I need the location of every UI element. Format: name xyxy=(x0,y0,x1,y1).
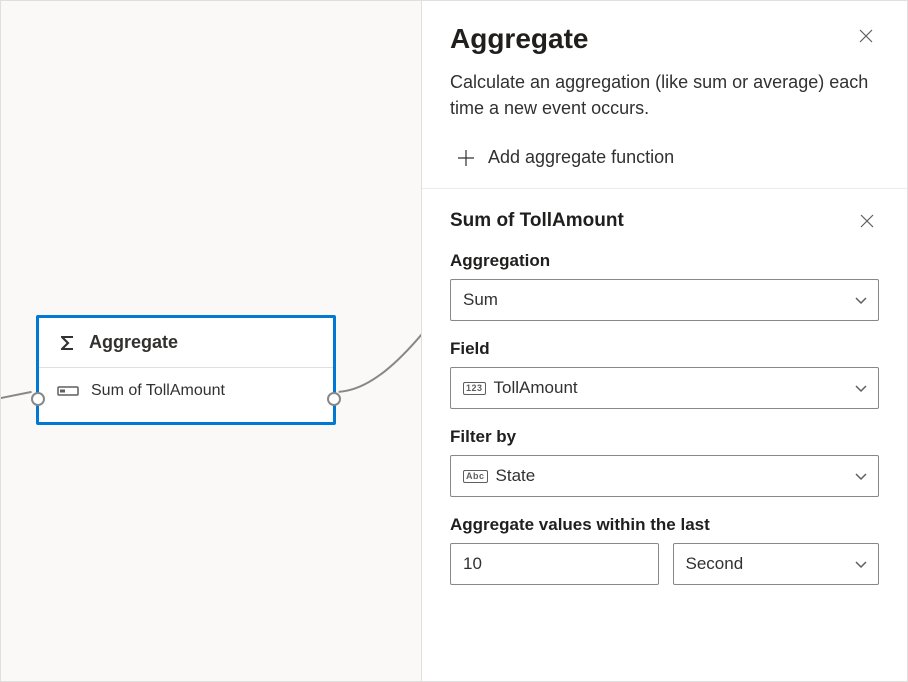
close-icon xyxy=(859,213,875,229)
design-canvas[interactable]: Aggregate Sum of TollAmount xyxy=(1,1,421,681)
window-label: Aggregate values within the last xyxy=(450,515,879,535)
aggregation-value: Sum xyxy=(463,290,498,310)
aggregate-node[interactable]: Aggregate Sum of TollAmount xyxy=(36,315,336,425)
filter-by-select[interactable]: Abc State xyxy=(450,455,879,497)
panel-description: Calculate an aggregation (like sum or av… xyxy=(450,69,879,121)
chevron-down-icon xyxy=(854,381,868,395)
field-select[interactable]: 123 TollAmount xyxy=(450,367,879,409)
field-value: TollAmount xyxy=(494,378,578,398)
chevron-down-icon xyxy=(854,557,868,571)
sigma-icon xyxy=(57,333,77,353)
node-output-port[interactable] xyxy=(327,392,341,406)
add-aggregate-button[interactable]: Add aggregate function xyxy=(450,143,879,188)
chevron-down-icon xyxy=(854,293,868,307)
node-body: Sum of TollAmount xyxy=(39,368,333,422)
window-value-input[interactable] xyxy=(450,543,659,585)
close-panel-button[interactable] xyxy=(853,23,879,49)
properties-panel: Aggregate Calculate an aggregation (like… xyxy=(421,1,907,681)
numeric-type-badge: 123 xyxy=(463,382,486,395)
window-unit-select[interactable]: Second xyxy=(673,543,880,585)
chevron-down-icon xyxy=(854,469,868,483)
node-input-port[interactable] xyxy=(31,392,45,406)
remove-section-button[interactable] xyxy=(855,209,879,233)
add-aggregate-label: Add aggregate function xyxy=(488,147,674,168)
node-title: Aggregate xyxy=(89,332,178,353)
section-title: Sum of TollAmount xyxy=(450,210,624,232)
aggregation-label: Aggregation xyxy=(450,251,879,271)
aggregation-select[interactable]: Sum xyxy=(450,279,879,321)
node-item-label: Sum of TollAmount xyxy=(91,382,225,400)
panel-title: Aggregate xyxy=(450,23,588,55)
node-header: Aggregate xyxy=(39,318,333,368)
field-label: Field xyxy=(450,339,879,359)
window-unit-value: Second xyxy=(686,554,744,574)
filter-by-label: Filter by xyxy=(450,427,879,447)
plus-icon xyxy=(456,148,476,168)
filter-by-value: State xyxy=(496,466,536,486)
column-icon xyxy=(57,383,79,399)
close-icon xyxy=(857,27,875,45)
text-type-badge: Abc xyxy=(463,470,488,483)
